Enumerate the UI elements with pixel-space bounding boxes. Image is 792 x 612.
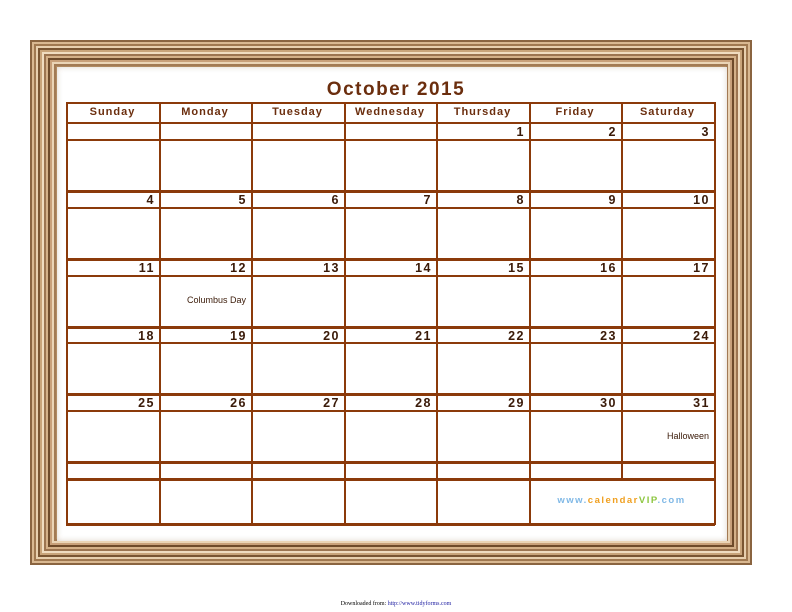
day-header-tuesday: Tuesday: [272, 106, 323, 118]
logo-prefix: www.: [557, 495, 588, 506]
date-cell[interactable]: 27: [251, 394, 344, 411]
date-cell[interactable]: 16: [529, 259, 621, 276]
date-cell[interactable]: [66, 123, 159, 140]
calendarvip-logo[interactable]: www.calendarVIP.com: [529, 478, 714, 524]
date-cell[interactable]: 20: [251, 327, 344, 344]
grid-vline: [251, 102, 253, 525]
date-cell[interactable]: 13: [251, 259, 344, 276]
date-cell[interactable]: 18: [66, 327, 159, 344]
date-cell[interactable]: 22: [436, 327, 529, 344]
grid-vline: [344, 102, 346, 525]
date-cell[interactable]: 19: [159, 327, 251, 344]
logo-vip: VIP: [638, 495, 658, 506]
grid-vline: [159, 102, 161, 525]
grid-hline: [66, 461, 715, 464]
date-cell[interactable]: 21: [344, 327, 436, 344]
date-cell[interactable]: 29: [436, 394, 529, 411]
calendar-title: October 2015: [326, 79, 466, 100]
date-cell[interactable]: [159, 123, 251, 140]
day-header-friday: Friday: [555, 106, 595, 118]
date-cell[interactable]: 2: [529, 123, 621, 140]
day-header-wednesday: Wednesday: [355, 106, 425, 118]
date-cell[interactable]: 5: [159, 191, 251, 208]
date-cell[interactable]: 9: [529, 191, 621, 208]
date-cell[interactable]: 24: [621, 327, 714, 344]
date-cell[interactable]: 12: [159, 259, 251, 276]
date-cell[interactable]: 31: [621, 394, 714, 411]
date-cell[interactable]: 3: [621, 123, 714, 140]
footer-download-note: Downloaded from: http://www.tidyforms.co…: [0, 601, 792, 607]
holiday-columbus-day: Columbus Day: [186, 295, 246, 305]
date-cell[interactable]: 14: [344, 259, 436, 276]
date-cell[interactable]: [344, 123, 436, 140]
footer-link[interactable]: http://www.tidyforms.com: [388, 601, 452, 607]
date-cell[interactable]: 25: [66, 394, 159, 411]
date-cell[interactable]: 11: [66, 259, 159, 276]
grid-vline: [621, 102, 623, 478]
date-cell[interactable]: 7: [344, 191, 436, 208]
day-header-sunday: Sunday: [89, 106, 136, 118]
grid-vline: [436, 102, 438, 525]
date-cell[interactable]: 26: [159, 394, 251, 411]
date-cell[interactable]: [251, 123, 344, 140]
grid-vline: [714, 102, 716, 525]
date-cell[interactable]: 1: [436, 123, 529, 140]
date-cell[interactable]: 15: [436, 259, 529, 276]
day-header-thursday: Thursday: [453, 106, 512, 118]
logo-suffix: .com: [657, 495, 686, 506]
date-cell[interactable]: 8: [436, 191, 529, 208]
date-cell[interactable]: 10: [621, 191, 714, 208]
date-cell[interactable]: 30: [529, 394, 621, 411]
holiday-halloween: Halloween: [666, 431, 709, 441]
day-header-monday: Monday: [181, 106, 229, 118]
date-cell[interactable]: 23: [529, 327, 621, 344]
footer-label: Downloaded from:: [340, 601, 388, 607]
date-cell[interactable]: 6: [251, 191, 344, 208]
date-cell[interactable]: 4: [66, 191, 159, 208]
day-header-saturday: Saturday: [639, 106, 696, 118]
date-cell[interactable]: 28: [344, 394, 436, 411]
logo-brand: calendar: [587, 495, 639, 506]
grid-vline: [529, 102, 531, 525]
date-cell[interactable]: 17: [621, 259, 714, 276]
grid-vline: [66, 102, 68, 525]
